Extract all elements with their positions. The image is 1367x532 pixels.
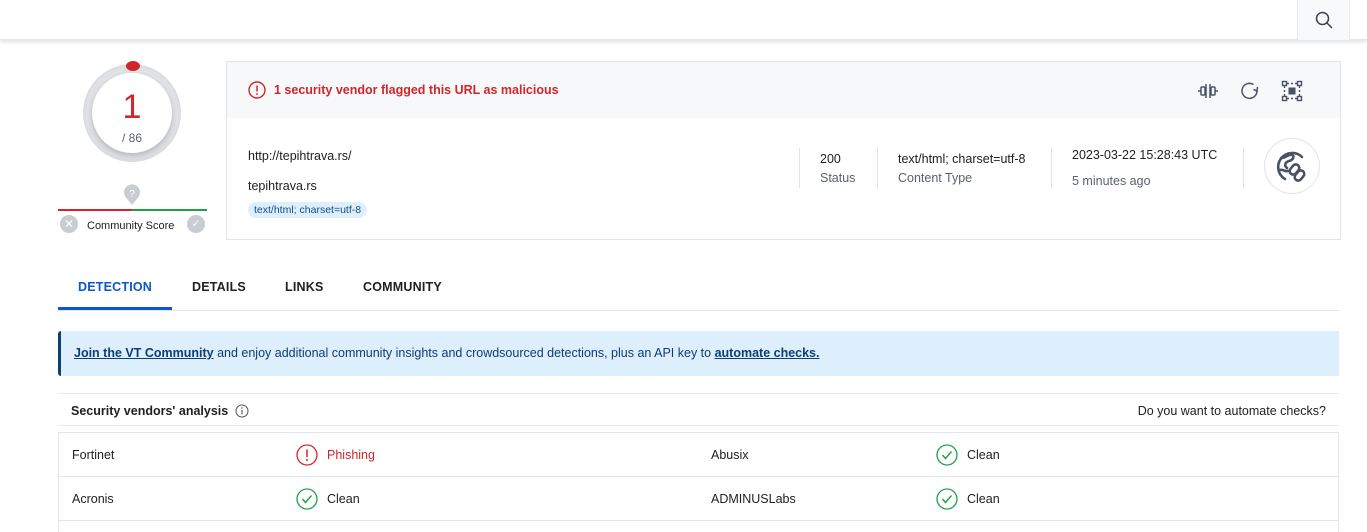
vendor-result-text: Clean xyxy=(967,448,1000,462)
content-type-tag[interactable]: text/html; charset=utf-8 xyxy=(248,202,368,218)
vendor-result: Clean xyxy=(936,444,1000,466)
tab-links[interactable]: LINKS xyxy=(285,280,324,294)
graph-icon xyxy=(1281,80,1303,102)
divider xyxy=(1243,148,1244,188)
table-row: Fortinet Phishing Abusix Clean xyxy=(59,433,1338,477)
gauge-indicator-dot xyxy=(126,61,140,71)
alert-circle-icon xyxy=(248,81,266,99)
search-icon xyxy=(1315,11,1332,29)
analysis-relative-time: 5 minutes ago xyxy=(1072,174,1151,188)
detection-score-gauge: 1 / 86 xyxy=(83,61,181,162)
tab-community[interactable]: COMMUNITY xyxy=(363,280,442,294)
question-pin-icon: ? xyxy=(124,184,140,205)
card-actions xyxy=(1196,79,1304,103)
vendor-name: Fortinet xyxy=(72,448,115,462)
check-circle-icon xyxy=(936,444,958,466)
info-icon[interactable] xyxy=(235,404,249,418)
join-community-link[interactable]: Join the VT Community xyxy=(74,346,214,360)
tab-details[interactable]: DETAILS xyxy=(192,280,246,294)
vendors-table: Fortinet Phishing Abusix Clean Acronis C… xyxy=(58,432,1339,532)
community-positive-bar xyxy=(132,209,207,211)
divider xyxy=(1051,148,1052,188)
table-row: Acronis Clean ADMINUSLabs Clean xyxy=(59,477,1338,521)
status-label: Status xyxy=(820,171,856,185)
svg-text:?: ? xyxy=(129,189,135,200)
vendor-result-text: Phishing xyxy=(327,448,375,462)
vendor-result: Phishing xyxy=(296,444,375,466)
url-domain[interactable]: tepihtrava.rs xyxy=(248,179,317,193)
alert-circle-icon xyxy=(296,444,318,466)
detection-count: 1 xyxy=(122,88,142,126)
active-tab-indicator xyxy=(58,307,172,310)
vendor-result-text: Clean xyxy=(327,492,360,506)
alert-text: 1 security vendor flagged this URL as ma… xyxy=(274,83,559,97)
top-bar xyxy=(0,0,1367,40)
community-banner: Join the VT Community and enjoy addition… xyxy=(58,331,1339,376)
community-negative-bar xyxy=(58,209,132,211)
reanalyze-button[interactable] xyxy=(1238,79,1262,103)
graph-button[interactable] xyxy=(1280,79,1304,103)
divider xyxy=(877,148,878,188)
check-circle-icon xyxy=(296,488,318,510)
url-summary-card: 1 security vendor flagged this URL as ma… xyxy=(226,61,1341,240)
url-type-badge xyxy=(1264,138,1320,194)
vendor-name: Abusix xyxy=(711,448,749,462)
analyzed-url[interactable]: http://tepihtrava.rs/ xyxy=(248,149,352,163)
content-type-value: text/html; charset=utf-8 xyxy=(898,152,1026,166)
divider xyxy=(799,148,800,188)
globe-link-icon xyxy=(1276,151,1306,182)
malicious-alert: 1 security vendor flagged this URL as ma… xyxy=(248,81,559,99)
check-icon: ✓ xyxy=(191,218,201,230)
reanalyze-icon xyxy=(1241,82,1259,100)
content-type-label: Content Type xyxy=(898,171,973,185)
card-header: 1 security vendor flagged this URL as ma… xyxy=(227,62,1340,118)
engine-total: / 86 xyxy=(121,131,142,145)
compare-icon xyxy=(1198,84,1218,98)
vendor-name: ADMINUSLabs xyxy=(711,492,796,506)
vote-harmless-button[interactable]: ✓ xyxy=(187,215,205,233)
analysis-date: 2023-03-22 15:28:43 UTC xyxy=(1072,148,1218,162)
close-icon: ✕ xyxy=(63,217,75,231)
vendors-title-text: Security vendors' analysis xyxy=(71,404,229,418)
vendor-result: Clean xyxy=(936,488,1000,510)
search-button[interactable] xyxy=(1297,0,1350,40)
vendors-title: Security vendors' analysis xyxy=(71,404,249,418)
vendor-result: Clean xyxy=(296,488,360,510)
community-score-label: Community Score xyxy=(87,220,175,232)
automate-checks-prompt[interactable]: Do you want to automate checks? xyxy=(1138,404,1326,418)
status-code: 200 xyxy=(820,152,841,166)
gauge-center: 1 / 86 xyxy=(92,73,172,153)
vendors-header: Security vendors' analysis Do you want t… xyxy=(58,393,1339,426)
compare-button[interactable] xyxy=(1196,79,1220,103)
banner-text: and enjoy additional community insights … xyxy=(213,346,715,360)
tab-detection[interactable]: DETECTION xyxy=(78,280,152,294)
report-tabs: DETECTION DETAILS LINKS COMMUNITY xyxy=(58,268,1339,311)
check-circle-icon xyxy=(936,488,958,510)
vote-harmful-button[interactable]: ✕ xyxy=(60,215,78,233)
automate-checks-link[interactable]: automate checks. xyxy=(715,346,820,360)
vendor-result-text: Clean xyxy=(967,492,1000,506)
vendor-name: Acronis xyxy=(72,492,114,506)
